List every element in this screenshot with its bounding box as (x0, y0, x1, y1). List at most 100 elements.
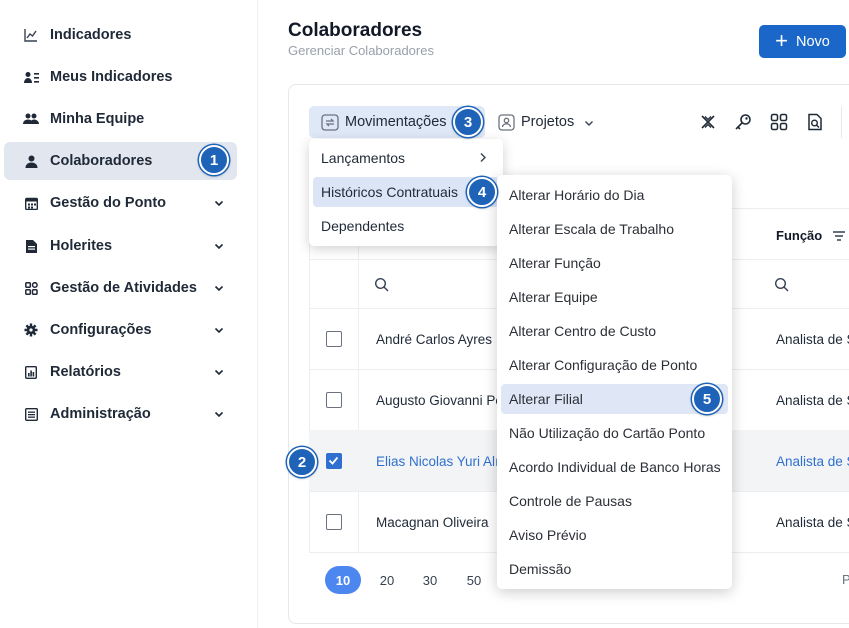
step-badge: 3 (453, 107, 483, 137)
sidebar-item-gestao-de-atividades[interactable]: Gestão de Atividades (4, 269, 237, 307)
menu-item-alterar-horario[interactable]: Alterar Horário do Dia (501, 180, 728, 210)
sidebar-item-label: Relatórios (50, 364, 121, 380)
menu-item-label: Dependentes (321, 218, 405, 234)
menu-item-acordo-banco-horas[interactable]: Acordo Individual de Banco Horas (501, 452, 728, 482)
menu-item-alterar-config-ponto[interactable]: Alterar Configuração de Ponto (501, 350, 728, 380)
table-cell-name: Elias Nicolas Yuri Alı (376, 454, 498, 469)
new-button-label: Novo (796, 33, 830, 50)
menu-item-label: Históricos Contratuais (321, 184, 458, 200)
table-cell-name: Augusto Giovanni Pe (376, 393, 498, 408)
sidebar-item-administracao[interactable]: Administração (4, 395, 237, 433)
chevron-down-icon (214, 243, 224, 250)
table-border (309, 208, 310, 552)
chevron-down-icon (214, 369, 224, 376)
projetos-button[interactable]: Projetos (498, 106, 608, 138)
table-cell-funcao: Analista de S (776, 332, 849, 347)
document-icon (23, 238, 39, 254)
sidebar-item-meus-indicadores[interactable]: Meus Indicadores (4, 58, 237, 96)
report-icon (23, 364, 39, 380)
sidebar: Indicadores Meus Indicadores Minha Equip… (0, 0, 258, 628)
close-x-icon[interactable] (699, 113, 717, 131)
projetos-label: Projetos (521, 114, 575, 130)
calendar-icon (23, 195, 39, 211)
menu-item-alterar-funcao[interactable]: Alterar Função (501, 248, 728, 278)
chevron-down-icon (214, 327, 224, 334)
user-icon (23, 153, 39, 169)
chevron-down-icon (214, 411, 224, 418)
step-badge: 4 (467, 177, 497, 207)
page-size-20[interactable]: 20 (369, 566, 405, 594)
step-badge: 2 (287, 447, 317, 477)
document-search-icon[interactable] (806, 113, 824, 131)
page-subtitle: Gerenciar Colaboradores (288, 43, 434, 58)
page-title: Colaboradores (288, 20, 423, 41)
check-icon (328, 456, 339, 465)
project-icon (498, 114, 515, 136)
new-button[interactable]: + Novo (759, 25, 846, 58)
row-checkbox[interactable] (326, 453, 342, 469)
sidebar-item-label: Colaboradores (50, 153, 153, 169)
sidebar-item-label: Gestão de Atividades (50, 280, 197, 296)
sidebar-item-label: Indicadores (50, 27, 132, 43)
search-icon[interactable] (374, 277, 390, 293)
grid-icon (23, 280, 39, 296)
gear-icon (23, 322, 39, 338)
sidebar-item-configuracoes[interactable]: Configurações (4, 311, 237, 349)
page-size-10[interactable]: 10 (325, 566, 361, 594)
menu-item-dependentes[interactable]: Dependentes (313, 211, 499, 241)
chevron-right-icon (480, 153, 486, 162)
sidebar-item-holerites[interactable]: Holerites (4, 227, 237, 265)
table-cell-funcao: Analista de S (776, 515, 849, 530)
menu-item-alterar-centro-custo[interactable]: Alterar Centro de Custo (501, 316, 728, 346)
menu-item-label: Lançamentos (321, 150, 406, 166)
column-header-label: Função (776, 228, 823, 243)
sidebar-item-label: Gestão do Ponto (50, 195, 166, 211)
historicos-submenu: Alterar Horário do Dia Alterar Escala de… (497, 175, 732, 589)
chart-line-icon (23, 27, 39, 43)
menu-item-aviso-previo[interactable]: Aviso Prévio (501, 520, 728, 550)
sidebar-item-relatorios[interactable]: Relatórios (4, 353, 237, 391)
table-border (358, 208, 359, 552)
menu-item-alterar-equipe[interactable]: Alterar Equipe (501, 282, 728, 312)
movement-icon (321, 114, 339, 136)
table-cell-funcao: Analista de S (776, 393, 849, 408)
sidebar-item-label: Meus Indicadores (50, 69, 173, 85)
menu-item-alterar-escala[interactable]: Alterar Escala de Trabalho (501, 214, 728, 244)
sidebar-item-indicadores[interactable]: Indicadores (4, 16, 237, 54)
table-cell-name: André Carlos Ayres (376, 332, 493, 347)
sidebar-item-gestao-do-ponto[interactable]: Gestão do Ponto (4, 184, 237, 222)
chevron-down-icon (585, 121, 593, 126)
sidebar-item-label: Holerites (50, 238, 113, 254)
table-cell-funcao: Analista de S (776, 454, 849, 469)
search-icon[interactable] (774, 277, 790, 293)
pager-label: P (842, 572, 849, 587)
movimentacoes-label: Movimentações (345, 114, 447, 130)
plus-icon: + (775, 27, 788, 53)
sidebar-item-label: Administração (50, 406, 151, 422)
admin-icon (23, 406, 39, 422)
sort-icon[interactable] (832, 230, 846, 242)
menu-item-controle-pausas[interactable]: Controle de Pausas (501, 486, 728, 516)
row-checkbox[interactable] (326, 392, 342, 408)
menu-item-nao-utilizacao-cartao[interactable]: Não Utilização do Cartão Ponto (501, 418, 728, 448)
row-checkbox[interactable] (326, 514, 342, 530)
key-icon[interactable] (734, 113, 752, 131)
page-size-50[interactable]: 50 (456, 566, 492, 594)
toolbar-divider (841, 106, 842, 138)
sidebar-item-label: Configurações (50, 322, 152, 338)
menu-item-demissao[interactable]: Demissão (501, 554, 728, 584)
step-badge: 5 (692, 384, 722, 414)
menu-item-lancamentos[interactable]: Lançamentos (313, 143, 499, 173)
page-size-30[interactable]: 30 (412, 566, 448, 594)
users-icon (23, 111, 39, 127)
row-checkbox[interactable] (326, 331, 342, 347)
sidebar-item-label: Minha Equipe (50, 111, 145, 127)
column-header-funcao[interactable]: Função (776, 228, 845, 243)
user-list-icon (23, 69, 39, 85)
table-cell-name: Macagnan Oliveira (376, 515, 489, 530)
chevron-down-icon (214, 200, 224, 207)
step-badge: 1 (199, 145, 229, 175)
sidebar-item-minha-equipe[interactable]: Minha Equipe (4, 100, 237, 138)
chevron-down-icon (214, 285, 224, 292)
qr-code-icon[interactable] (770, 113, 788, 131)
